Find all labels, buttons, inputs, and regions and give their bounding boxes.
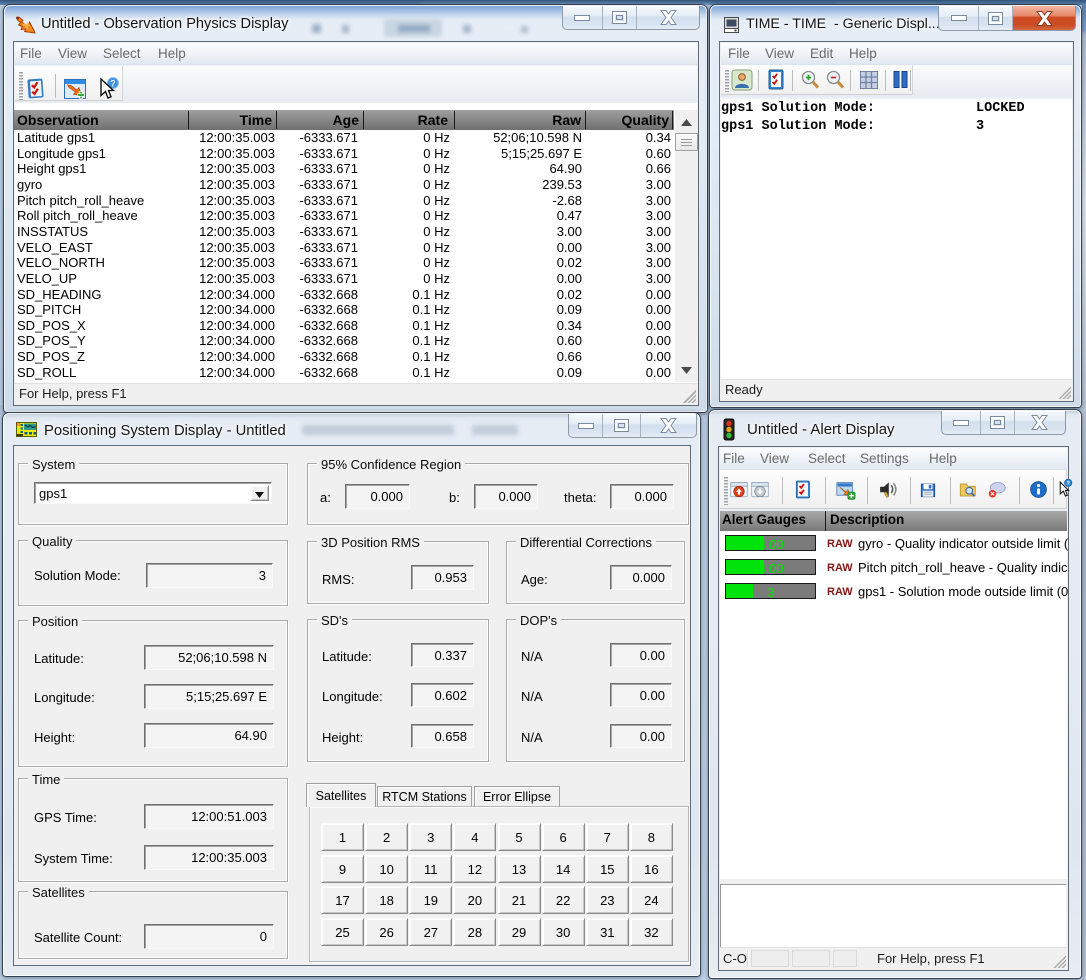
svg-text:?: ?	[110, 79, 116, 89]
svg-text:?: ?	[1066, 481, 1070, 487]
